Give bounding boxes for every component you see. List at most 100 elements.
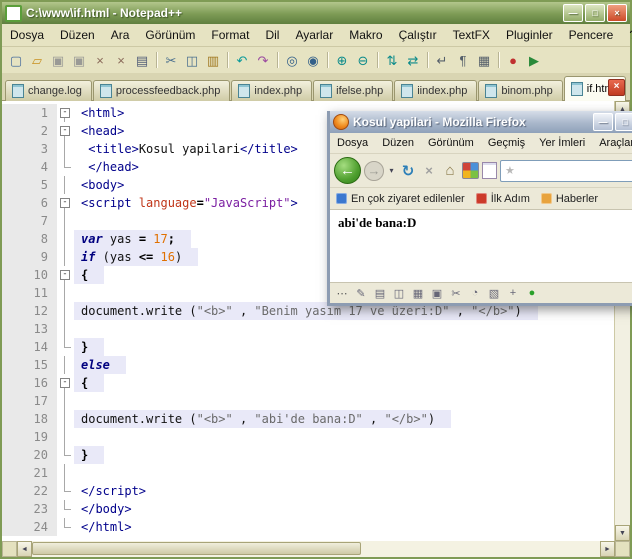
bookmark-item[interactable]: Haberler	[540, 193, 598, 205]
save-icon[interactable]: ▣	[48, 50, 68, 70]
bookmark-item[interactable]: En çok ziyaret edilenler	[336, 193, 465, 205]
scroll-right-button[interactable]: ►	[600, 541, 615, 557]
open-folder-icon[interactable]: ▱	[27, 50, 47, 70]
show-all-chars-icon[interactable]: ¶	[453, 50, 473, 70]
paste-icon[interactable]: ▥	[203, 50, 223, 70]
code-text[interactable]: }	[74, 446, 105, 464]
menu-item[interactable]: Geçmiş	[481, 135, 532, 151]
menu-item[interactable]: Araçlar	[592, 135, 632, 151]
addon-icon-7[interactable]: ◔	[468, 287, 482, 299]
overflow-menu-icon[interactable]: ⋯	[335, 287, 349, 300]
code-text[interactable]: }	[74, 338, 105, 356]
maximize-button[interactable]: □	[615, 113, 632, 131]
fold-marker[interactable]	[57, 266, 74, 284]
code-text[interactable]: <script language="JavaScript">	[74, 194, 298, 212]
addon-icon-4[interactable]: ▦	[411, 287, 425, 300]
editor-tab[interactable]: index.php	[231, 80, 313, 101]
ff-title-bar[interactable]: Kosul yapilari - Mozilla Firefox —□×	[330, 111, 632, 133]
reload-button[interactable]: ↻	[399, 162, 417, 180]
menu-item[interactable]: Pluginler	[498, 25, 561, 45]
editor-tab[interactable]: binom.php	[478, 80, 563, 101]
menu-item[interactable]: Yer İmleri	[532, 135, 592, 151]
code-text[interactable]	[74, 392, 81, 410]
forward-button[interactable]: →	[364, 160, 384, 181]
minimize-button[interactable]: —	[563, 4, 583, 22]
close-all-icon[interactable]: ×	[111, 50, 131, 70]
new-file-icon[interactable]: ▢	[6, 50, 26, 70]
code-text[interactable]	[74, 284, 81, 302]
code-text[interactable]	[74, 464, 81, 482]
back-button[interactable]: ←	[334, 157, 361, 184]
replace-icon[interactable]: ◉	[303, 50, 323, 70]
code-text[interactable]: </html>	[74, 518, 132, 536]
editor-tab[interactable]: ifelse.php	[313, 80, 394, 101]
menu-item[interactable]: Düzen	[52, 25, 103, 45]
minimize-button[interactable]: —	[593, 113, 613, 131]
menu-item[interactable]: Dosya	[2, 25, 52, 45]
menu-item[interactable]: Makro	[341, 25, 390, 45]
addon-icon-5[interactable]: ▣	[430, 287, 444, 300]
menu-item[interactable]: Ayarlar	[287, 25, 341, 45]
code-text[interactable]	[74, 428, 81, 446]
word-wrap-icon[interactable]: ↵	[432, 50, 452, 70]
home-button[interactable]: ⌂	[441, 162, 459, 180]
sync-vertical-icon[interactable]: ⇅	[382, 50, 402, 70]
cut-icon[interactable]: ✂	[161, 50, 181, 70]
menu-item[interactable]: TextFX	[445, 25, 498, 45]
menu-item[interactable]: Pencere	[561, 25, 622, 45]
addon-status-icon[interactable]: ●	[525, 287, 539, 299]
menu-item[interactable]: Ara	[103, 25, 138, 45]
menu-item[interactable]: Düzen	[375, 135, 421, 151]
editor-tab[interactable]: processfeedback.php	[92, 80, 231, 101]
location-bar[interactable]: ★	[500, 159, 632, 182]
zoom-in-icon[interactable]: ⊕	[332, 50, 352, 70]
editor-tab[interactable]: iindex.php	[394, 80, 478, 101]
scroll-left-button[interactable]: ◄	[17, 541, 32, 557]
menu-item[interactable]: Dosya	[330, 135, 375, 151]
menu-item[interactable]: Format	[203, 25, 257, 45]
close-button[interactable]: ×	[607, 4, 627, 22]
addon-icon-6[interactable]: ✂	[449, 287, 463, 300]
hscroll-thumb[interactable]	[32, 542, 362, 555]
addon-icon-8[interactable]: ▧	[487, 287, 501, 300]
indent-guide-icon[interactable]: ▦	[474, 50, 494, 70]
code-text[interactable]: if (yas <= 16)	[74, 248, 199, 266]
code-text[interactable]: <body>	[74, 176, 124, 194]
menu-item[interactable]: Dil	[257, 25, 287, 45]
addon-icon-3[interactable]: ◫	[392, 287, 406, 300]
print-icon[interactable]: ▤	[132, 50, 152, 70]
code-text[interactable]: <head>	[74, 122, 124, 140]
code-text[interactable]	[74, 320, 81, 338]
code-text[interactable]: var yas = 17;	[74, 230, 191, 248]
code-text[interactable]: {	[74, 266, 105, 284]
code-text[interactable]: <title>Kosul yapilari</title>	[74, 140, 298, 158]
speed-dial-icon[interactable]	[462, 162, 479, 179]
code-text[interactable]: else	[74, 356, 126, 374]
np-title-bar[interactable]: C:\www\if.html - Notepad++ — □ ×	[2, 2, 630, 24]
undo-icon[interactable]: ↶	[232, 50, 252, 70]
editor-tab[interactable]: change.log	[5, 80, 92, 101]
find-icon[interactable]: ◎	[282, 50, 302, 70]
code-text[interactable]: {	[74, 374, 105, 392]
back-history-dropdown[interactable]: ▾	[387, 162, 396, 180]
fold-marker[interactable]	[57, 374, 74, 392]
bookmark-item[interactable]: İlk Adım	[475, 193, 530, 205]
code-text[interactable]: </head>	[74, 158, 139, 176]
copy-icon[interactable]: ◫	[182, 50, 202, 70]
code-text[interactable]	[74, 212, 81, 230]
sync-horizontal-icon[interactable]: ⇄	[403, 50, 423, 70]
maximize-button[interactable]: □	[585, 4, 605, 22]
macro-record-icon[interactable]: ●	[503, 50, 523, 70]
addon-icon-9[interactable]: +	[506, 287, 520, 299]
save-all-icon[interactable]: ▣	[69, 50, 89, 70]
close-file-icon[interactable]: ×	[90, 50, 110, 70]
zoom-out-icon[interactable]: ⊖	[353, 50, 373, 70]
addon-icon-1[interactable]: ✎	[354, 287, 368, 300]
new-page-icon[interactable]	[482, 162, 497, 179]
code-text[interactable]: </body>	[74, 500, 132, 518]
close-tab-button[interactable]: ×	[608, 79, 625, 96]
menu-item[interactable]: Görünüm	[421, 135, 481, 151]
fold-marker[interactable]	[57, 194, 74, 212]
menu-item[interactable]: Görünüm	[137, 25, 203, 45]
fold-marker[interactable]	[57, 122, 74, 140]
